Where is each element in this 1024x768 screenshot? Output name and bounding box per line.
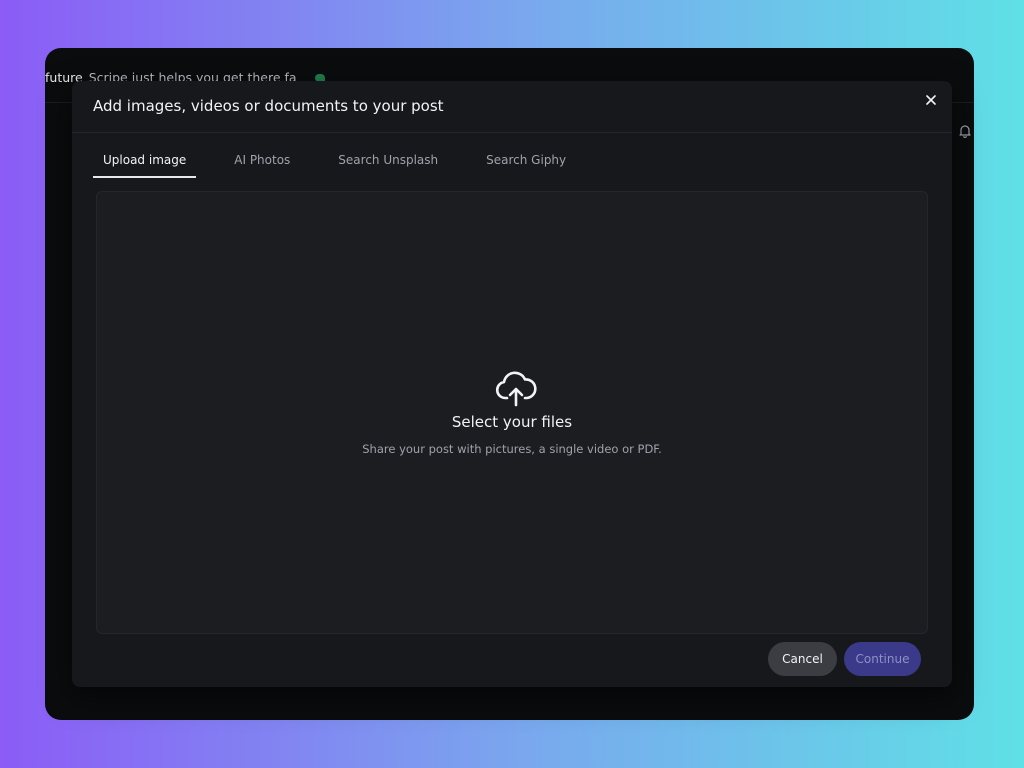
close-icon xyxy=(926,95,936,105)
tab-upload-image[interactable]: Upload image xyxy=(93,141,197,178)
source-tabs: Upload image AI Photos Search Unsplash S… xyxy=(93,141,604,178)
tab-search-giphy[interactable]: Search Giphy xyxy=(476,141,576,178)
dialog-title: Add images, videos or documents to your … xyxy=(93,97,444,115)
header-divider xyxy=(72,132,952,133)
media-upload-dialog: Add images, videos or documents to your … xyxy=(72,81,952,687)
close-button[interactable] xyxy=(922,91,940,109)
tab-ai-photos[interactable]: AI Photos xyxy=(224,141,300,178)
cloud-upload-icon xyxy=(495,370,537,408)
cancel-button[interactable]: Cancel xyxy=(768,642,837,676)
bell-icon[interactable] xyxy=(958,123,972,138)
dropzone-subtitle: Share your post with pictures, a single … xyxy=(362,442,662,456)
tab-search-unsplash[interactable]: Search Unsplash xyxy=(328,141,448,178)
continue-button[interactable]: Continue xyxy=(844,642,921,676)
file-dropzone[interactable]: Select your files Share your post with p… xyxy=(96,191,928,634)
dropzone-title: Select your files xyxy=(451,413,573,431)
